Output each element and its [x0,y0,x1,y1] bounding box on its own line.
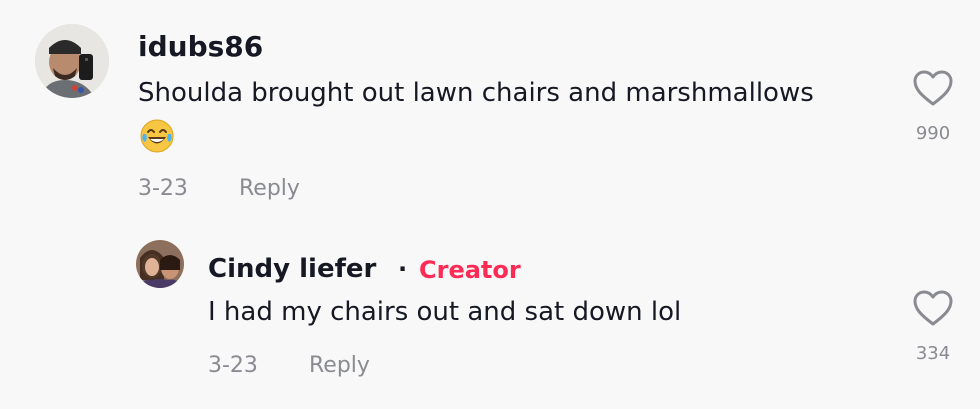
reply-like-button[interactable] [911,288,955,328]
reply-reply-button[interactable]: Reply [309,353,370,378]
comment-reply-button[interactable]: Reply [239,176,300,201]
reply-date: 3-23 [208,353,258,378]
reply-like-count: 334 [915,343,951,364]
comment-like-button[interactable] [911,68,955,108]
avatar[interactable] [35,24,109,98]
reply-text: I had my chairs out and sat down lol [208,297,682,327]
comment-date: 3-23 [138,176,188,201]
reply-avatar[interactable] [136,240,184,288]
comment-like-count: 990 [915,123,951,144]
heart-icon [913,290,953,326]
reply-avatar-image [136,240,184,288]
reply-username[interactable]: Cindy liefer [208,254,376,284]
laughing-emoji-icon [139,118,175,154]
user-avatar-image [35,24,109,98]
creator-badge: Creator [419,256,521,284]
comment-text: Shoulda brought out lawn chairs and mars… [138,78,814,108]
heart-icon [913,70,953,106]
comment-username[interactable]: idubs86 [138,30,263,63]
separator-dot: · [398,255,408,283]
